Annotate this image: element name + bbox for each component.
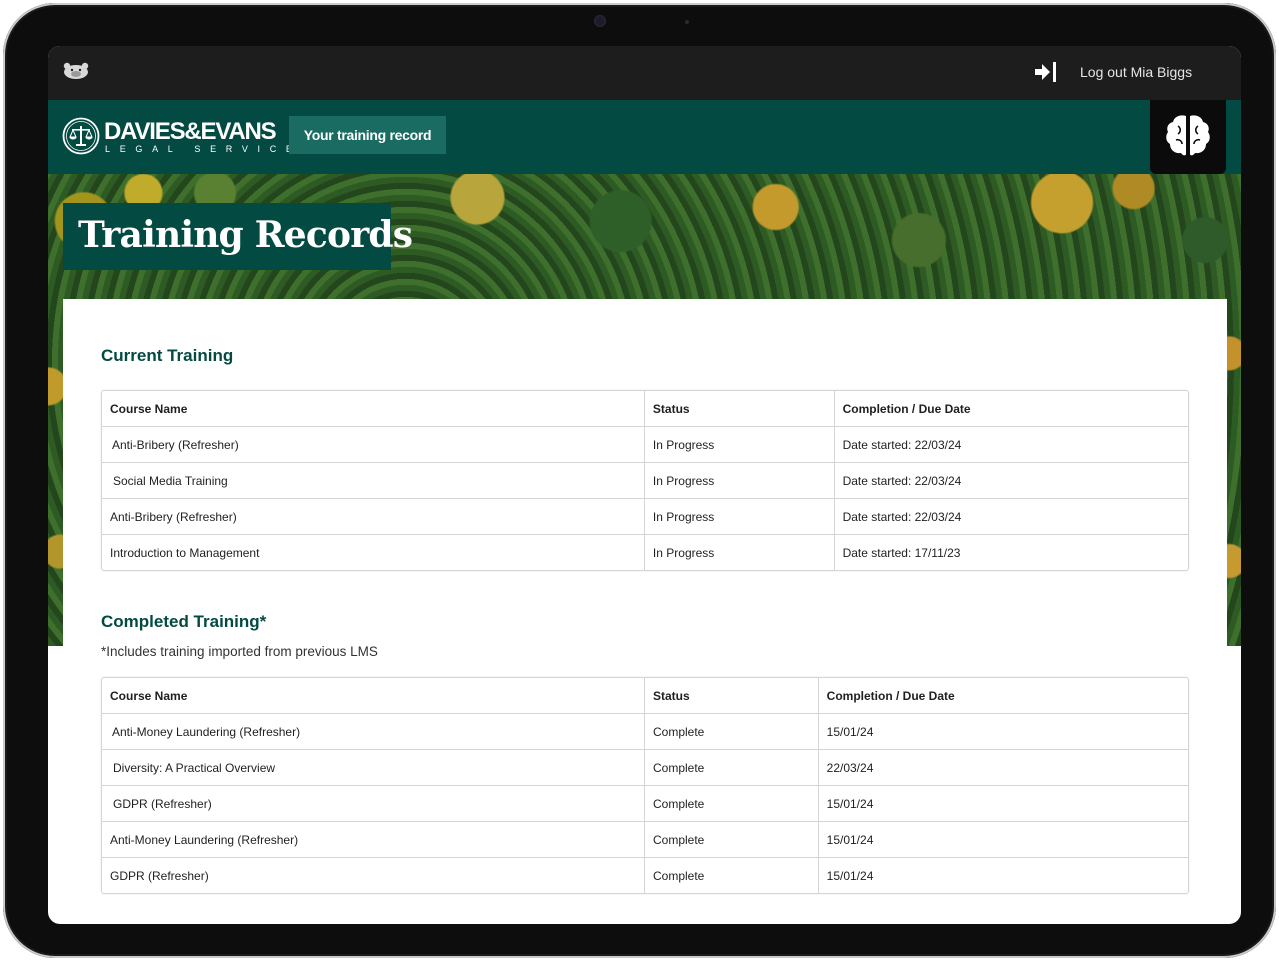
current-training-table: Course Name Status Completion / Due Date… [101,390,1189,571]
table-row[interactable]: Anti-Money Laundering (Refresher) Comple… [102,714,1188,750]
scales-emblem-icon [62,117,100,155]
date-cell: 15/01/24 [817,858,1188,893]
column-header: Course Name [102,678,644,714]
course-name-cell: Social Media Training [102,463,644,499]
status-cell: Complete [644,858,818,893]
brand-subtitle: LEGAL SERVICES [105,144,318,154]
column-header: Status [644,678,818,714]
column-header: Completion / Due Date [833,391,1188,427]
column-header: Course Name [102,391,644,427]
table-row[interactable]: Anti-Bribery (Refresher) In Progress Dat… [102,499,1188,535]
course-name-cell: Anti-Bribery (Refresher) [102,427,644,463]
table-header-row: Course Name Status Completion / Due Date [102,391,1188,427]
course-name-cell: Introduction to Management [110,545,260,560]
table-row[interactable]: GDPR (Refresher) Complete 15/01/24 [102,786,1188,822]
table-row[interactable]: GDPR (Refresher) Complete 15/01/24 [102,858,1188,893]
table-row[interactable]: Anti-Bribery (Refresher) In Progress Dat… [102,427,1188,463]
course-name-cell: Diversity: A Practical Overview [102,750,644,786]
date-cell: Date started: 22/03/24 [833,463,1188,499]
course-name-cell: Anti-Money Laundering (Refresher) [102,714,644,750]
status-cell: Complete [644,786,818,822]
brand-name: DAVIES&EVANS [104,118,277,145]
top-bar: Log out Mia Biggs [48,46,1241,100]
page-title: Training Records [78,214,413,256]
your-training-record-button[interactable]: Your training record [289,116,446,154]
course-name-cell: Anti-Money Laundering (Refresher) [102,822,644,858]
logout-arrow-icon[interactable] [1034,61,1058,83]
course-name-cell: Anti-Bribery (Refresher) [102,499,644,535]
date-cell: 15/01/24 [817,822,1188,858]
table-row[interactable]: Diversity: A Practical Overview Complete… [102,750,1188,786]
column-header: Completion / Due Date [817,678,1188,714]
assistant-button[interactable] [1150,100,1226,174]
date-cell: Date started: 22/03/24 [833,427,1188,463]
date-cell: 15/01/24 [817,786,1188,822]
status-cell: Complete [644,750,818,786]
column-header: Status [643,391,834,427]
main-content: Current Training Course Name Status Comp… [63,299,1227,924]
course-name-cell: GDPR (Refresher) [102,786,644,822]
status-cell: Complete [644,714,818,750]
current-training-heading: Current Training [101,346,234,365]
status-cell: In Progress [643,463,834,499]
brand-bar: DAVIES&EVANS LEGAL SERVICES Your trainin… [48,100,1241,174]
status-cell: In Progress [643,427,834,463]
completed-training-note: *Includes training imported from previou… [101,644,378,659]
mole-logo-icon[interactable] [62,60,90,82]
brain-icon [1166,115,1210,156]
page-title-box: Training Records [63,203,413,270]
date-cell: 22/03/24 [817,750,1188,786]
tablet-frame: Log out Mia Biggs DAVIES&EVANS LEGAL SER… [3,3,1276,958]
date-cell: 15/01/24 [817,714,1188,750]
table-row[interactable]: Social Media Training In Progress Date s… [102,463,1188,499]
completed-training-heading: Completed Training* [101,612,267,631]
course-name-cell: GDPR (Refresher) [110,868,209,883]
logout-link[interactable]: Log out Mia Biggs [1080,64,1192,80]
screen: Log out Mia Biggs DAVIES&EVANS LEGAL SER… [48,46,1241,924]
table-row[interactable]: Anti-Money Laundering (Refresher) Comple… [102,822,1188,858]
status-cell: Complete [644,822,818,858]
table-row[interactable]: Introduction to Management In Progress D… [102,535,1188,570]
date-cell: Date started: 22/03/24 [833,499,1188,535]
table-header-row: Course Name Status Completion / Due Date [102,678,1188,714]
status-cell: In Progress [643,499,834,535]
status-cell: In Progress [643,535,834,570]
camera-sensor [685,20,689,24]
date-cell: Date started: 17/11/23 [833,535,1188,570]
completed-training-table: Course Name Status Completion / Due Date… [101,677,1189,894]
front-camera [595,16,605,26]
